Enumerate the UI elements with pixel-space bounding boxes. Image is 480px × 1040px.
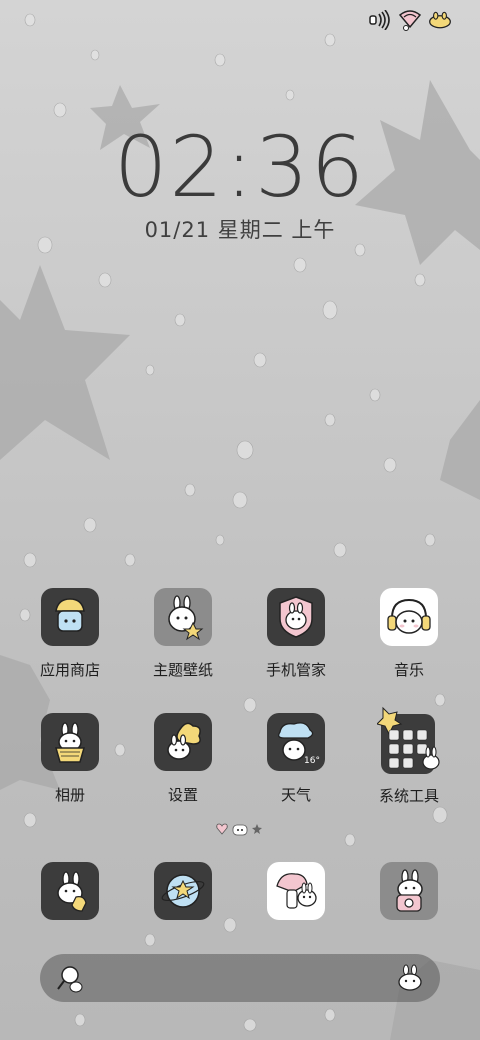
- system-tools-folder[interactable]: 系统工具: [354, 706, 464, 806]
- wifi-icon: [398, 9, 422, 31]
- theme-wallpaper-icon: [154, 588, 212, 646]
- page-dot-heart-icon: [216, 823, 228, 835]
- music[interactable]: 音乐: [354, 588, 464, 680]
- settings-icon: [154, 713, 212, 771]
- app-store[interactable]: 应用商店: [15, 588, 125, 680]
- theme-wallpaper[interactable]: 主题壁纸: [128, 588, 238, 680]
- voice-assistant-icon[interactable]: [394, 963, 426, 993]
- dock-phone[interactable]: [15, 862, 125, 920]
- dock-camera[interactable]: [354, 862, 464, 920]
- system-tools-folder-icon: [377, 706, 441, 776]
- phone-manager[interactable]: 手机管家: [241, 588, 351, 680]
- bunny-battery-icon: [428, 9, 452, 31]
- camera-icon: [380, 862, 438, 920]
- app-label: 手机管家: [265, 661, 326, 679]
- app-store-icon: [41, 588, 99, 646]
- album[interactable]: 相册: [15, 713, 125, 805]
- app-label: 应用商店: [39, 661, 100, 679]
- phone-icon: [41, 862, 99, 920]
- app-label: 主题壁纸: [152, 661, 213, 679]
- dock-browser[interactable]: [128, 862, 238, 920]
- weather[interactable]: 16° 天气: [241, 713, 351, 805]
- page-indicator[interactable]: [216, 822, 262, 836]
- app-label: 设置: [167, 786, 198, 804]
- messages-icon: [267, 862, 325, 920]
- app-label: 天气: [280, 786, 311, 804]
- lockscreen-time: 02:36: [113, 118, 367, 216]
- search-bar[interactable]: [40, 954, 440, 1002]
- dock-messages[interactable]: [241, 862, 351, 920]
- page-dot-bunny-icon: [232, 824, 248, 836]
- weather-temperature: 16°: [304, 756, 320, 766]
- app-label: 相册: [54, 786, 85, 804]
- browser-icon: [154, 862, 212, 920]
- search-icon[interactable]: [54, 963, 86, 993]
- app-label: 系统工具: [378, 787, 439, 805]
- sound-wave-icon: [368, 9, 392, 31]
- app-label: 音乐: [393, 661, 424, 679]
- page-dot-star-icon: [252, 824, 262, 834]
- music-icon: [380, 588, 438, 646]
- weather-icon: 16°: [267, 713, 325, 771]
- phone-manager-icon: [267, 588, 325, 646]
- lockscreen-date: 01/21 星期二 上午: [144, 218, 336, 242]
- status-bar: [368, 8, 452, 32]
- settings[interactable]: 设置: [128, 713, 238, 805]
- album-icon: [41, 713, 99, 771]
